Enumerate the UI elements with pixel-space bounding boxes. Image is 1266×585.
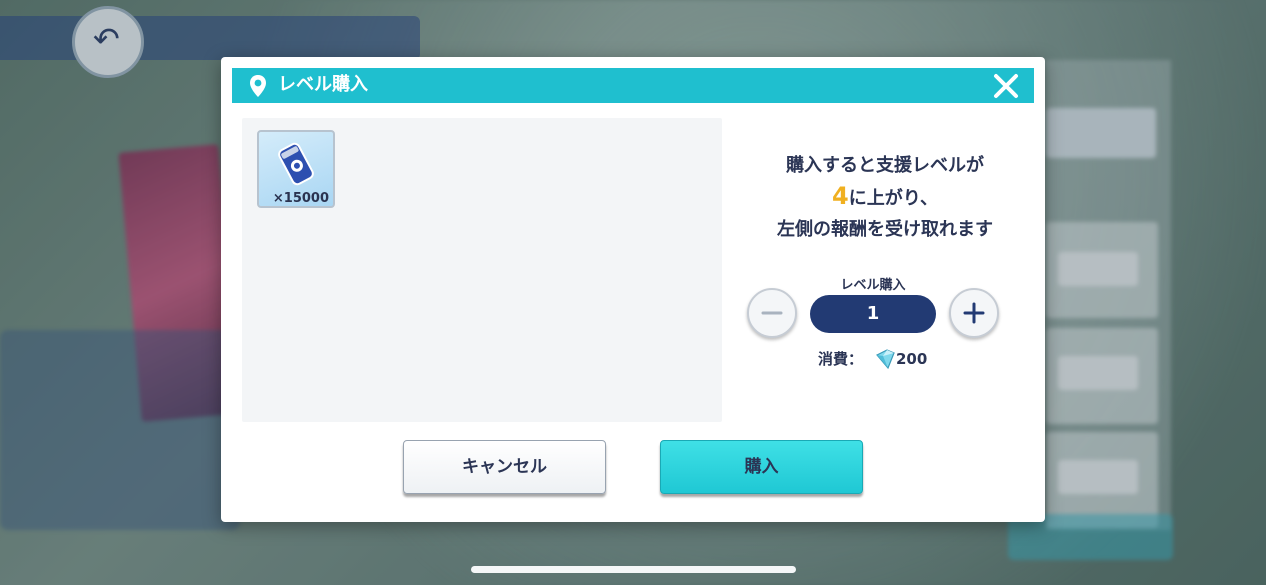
- minus-icon: [761, 311, 783, 315]
- can-icon: [278, 142, 314, 186]
- cost-label: 消費：: [818, 350, 864, 368]
- plus-icon: [963, 302, 985, 324]
- increase-button[interactable]: [949, 288, 999, 338]
- close-icon[interactable]: [990, 70, 1022, 102]
- reward-item-quantity: ×15000: [272, 191, 329, 206]
- description-line-3: 左側の報酬を受け取れます: [777, 219, 993, 240]
- description-line-1: 購入すると支援レベルが: [786, 155, 984, 176]
- purchase-button[interactable]: 購入: [660, 440, 863, 494]
- quantity-label: レベル購入: [840, 278, 906, 293]
- reward-item[interactable]: ×15000: [257, 130, 335, 208]
- home-indicator[interactable]: [471, 566, 796, 573]
- target-level: 4: [832, 182, 849, 210]
- location-pin-icon: [248, 74, 268, 98]
- decrease-button[interactable]: [747, 288, 797, 338]
- description-line-2: 4に上がり、: [832, 182, 938, 210]
- gem-icon: [876, 349, 895, 370]
- cancel-button[interactable]: キャンセル: [403, 440, 606, 494]
- cost-value: 200: [896, 350, 928, 368]
- quantity-field[interactable]: 1: [810, 295, 936, 333]
- purchase-description: 購入すると支援レベルが 4に上がり、 左側の報酬を受け取れます: [735, 150, 1035, 245]
- dialog-title: レベル購入: [278, 74, 368, 95]
